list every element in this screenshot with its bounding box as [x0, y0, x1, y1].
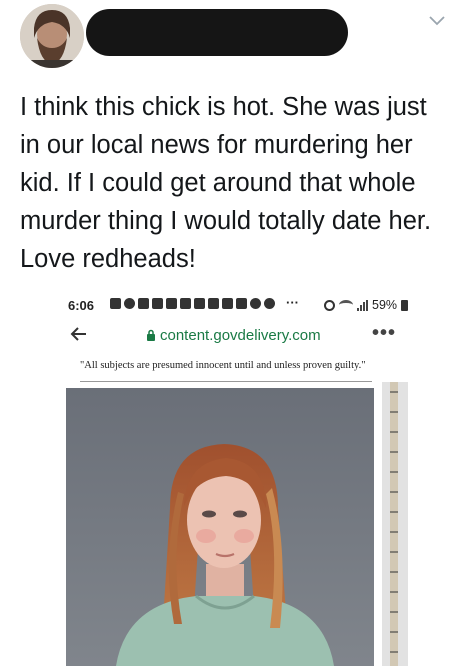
- height-chart-strip: [382, 382, 408, 666]
- battery-icon: [401, 299, 408, 311]
- tweet-text: I think this chick is hot. She was just …: [20, 93, 432, 273]
- browser-menu-icon[interactable]: •••: [372, 322, 396, 345]
- disclaimer-text: "All subjects are presumed innocent unti…: [80, 360, 366, 371]
- notification-icon: [222, 298, 233, 309]
- browser-url-bar: content.govdelivery.com •••: [66, 320, 408, 354]
- notification-icon: [250, 298, 261, 309]
- chevron-down-icon[interactable]: [428, 14, 446, 28]
- notification-icon: [124, 298, 135, 309]
- more-notifications-icon: ···: [286, 295, 299, 310]
- notification-icon: [166, 298, 177, 309]
- status-time: 6:06: [68, 298, 95, 313]
- pinterest-icon: [194, 298, 205, 309]
- battery-percentage: 59%: [372, 298, 398, 312]
- embedded-screenshot: 6:06 ··· 59% content.govdelivery.com •••…: [66, 290, 408, 666]
- wifi-icon: [339, 300, 353, 310]
- facebook-icon: [110, 298, 121, 309]
- redacted-username: [86, 9, 348, 56]
- divider: [80, 381, 372, 382]
- notification-icon: [138, 298, 149, 309]
- signal-icon: [357, 299, 368, 311]
- pinterest-icon: [236, 298, 247, 309]
- messenger-icon: [264, 298, 275, 309]
- phone-status-bar: 6:06 ··· 59%: [66, 290, 408, 320]
- notification-icon: [152, 298, 163, 309]
- facebook-icon: [180, 298, 191, 309]
- notification-icon: [208, 298, 219, 309]
- arrow-left-icon[interactable]: [70, 326, 88, 346]
- lock-icon: [146, 329, 156, 342]
- system-status: 59%: [324, 298, 408, 312]
- booking-photo: [66, 388, 374, 666]
- user-avatar[interactable]: [20, 4, 84, 68]
- alarm-icon: [324, 299, 335, 311]
- url-text[interactable]: content.govdelivery.com: [160, 327, 321, 344]
- notification-icons: [110, 298, 275, 309]
